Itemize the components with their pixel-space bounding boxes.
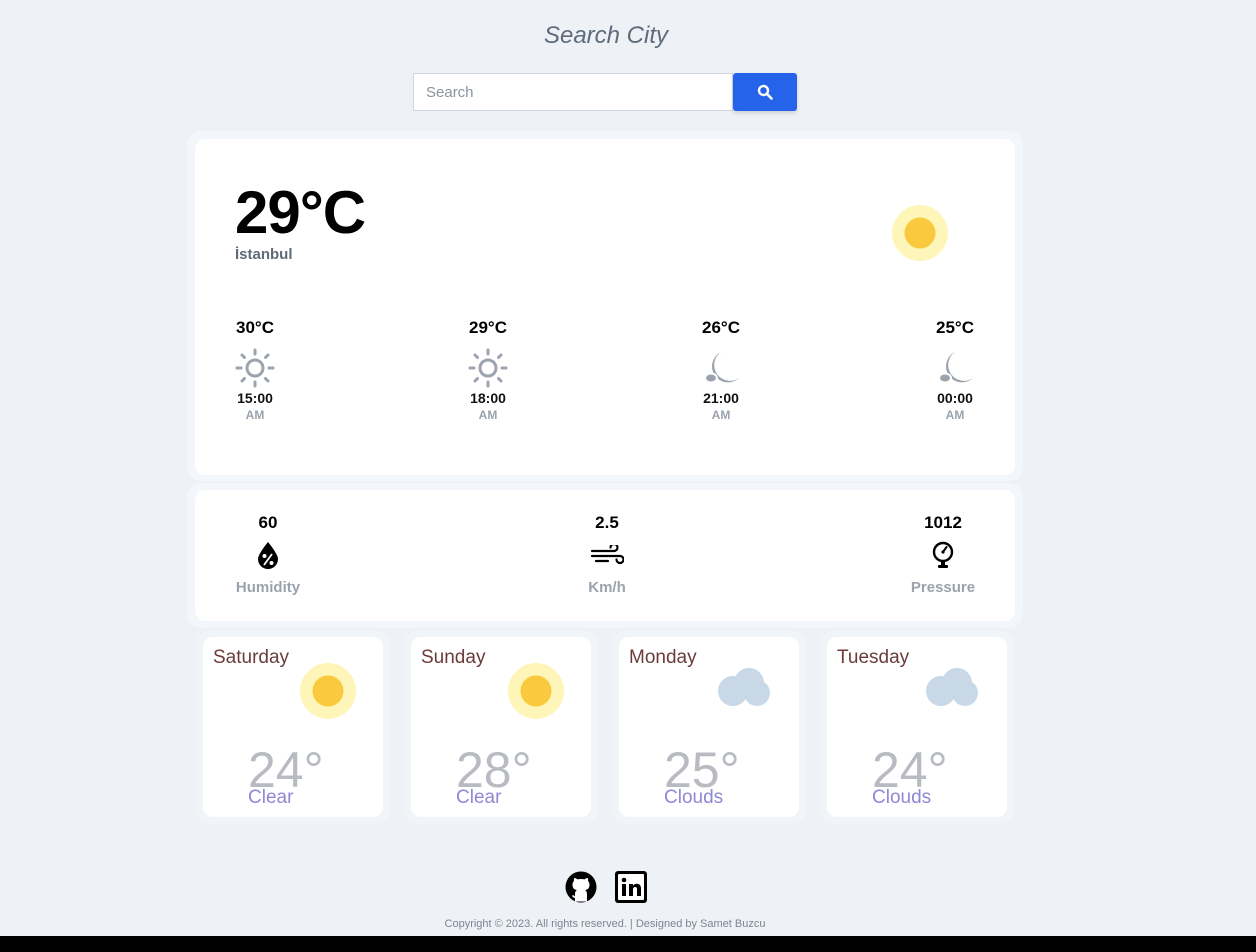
hourly-temp: 26°C (702, 318, 740, 337)
cloud-icon (926, 668, 978, 706)
github-icon[interactable] (565, 871, 597, 903)
search-bar (413, 73, 797, 111)
moon-cloud-icon (704, 352, 739, 384)
hourly-temp: 30°C (236, 318, 274, 337)
moon-cloud-icon (938, 352, 973, 384)
hourly-temp: 29°C (469, 318, 507, 337)
daily-card: Monday 25° Clouds (619, 637, 799, 817)
humidity-value: 60 (258, 513, 278, 532)
day-name: Tuesday (837, 647, 910, 668)
daily-card: Saturday 24° Clear (203, 637, 383, 817)
hourly-period: AM (711, 408, 731, 422)
hourly-item: 26°C 21:00 AM (681, 318, 761, 422)
day-condition: Clear (456, 787, 502, 808)
hourly-time: 18:00 (470, 390, 506, 406)
hourly-temp: 25°C (936, 318, 974, 337)
sun-icon (892, 205, 948, 261)
wind-icon (590, 545, 624, 565)
wind-label: Km/h (588, 579, 626, 596)
sun-outline-icon (468, 348, 508, 388)
search-icon (757, 84, 773, 100)
hourly-period: AM (478, 408, 498, 422)
search-button[interactable] (733, 73, 797, 111)
humidity-label: Humidity (235, 579, 301, 596)
hourly-item: 30°C 15:00 AM (215, 318, 295, 422)
sun-icon (300, 663, 356, 719)
day-name: Saturday (213, 647, 290, 668)
social-links (565, 871, 647, 903)
pressure-gauge-icon (932, 541, 954, 568)
day-condition: Clouds (872, 787, 932, 808)
hourly-period: AM (945, 408, 965, 422)
hourly-item: 29°C 18:00 AM (448, 318, 528, 422)
bottom-bar (0, 936, 1256, 952)
wind-value: 2.5 (595, 513, 619, 532)
day-condition: Clear (248, 787, 294, 808)
page-title: Search City (543, 22, 669, 49)
linkedin-icon[interactable] (615, 871, 647, 903)
copyright-text: Copyright © 2023. All rights reserved. |… (444, 918, 766, 930)
hourly-period: AM (245, 408, 265, 422)
city-name: İstanbul (235, 246, 293, 263)
cloud-icon (718, 668, 770, 706)
pressure-value: 1012 (924, 513, 962, 532)
pressure-stat: 1012 Pressure (883, 513, 1003, 596)
current-temperature: 29°C (235, 179, 366, 246)
humidity-stat: 60 Humidity (208, 513, 328, 596)
pressure-label: Pressure (910, 579, 976, 596)
day-name: Monday (629, 647, 697, 668)
hourly-item: 25°C 00:00 AM (915, 318, 995, 422)
day-name: Sunday (421, 647, 486, 668)
sun-icon (508, 663, 564, 719)
search-input[interactable] (413, 73, 733, 111)
daily-card: Tuesday 24° Clouds (827, 637, 1007, 817)
day-condition: Clouds (664, 787, 724, 808)
wind-stat: 2.5 Km/h (547, 513, 667, 596)
sun-outline-icon (235, 348, 275, 388)
daily-card: Sunday 28° Clear (411, 637, 591, 817)
hourly-time: 00:00 (937, 390, 973, 406)
hourly-time: 15:00 (237, 390, 273, 406)
humidity-drop-icon (258, 542, 278, 569)
hourly-time: 21:00 (703, 390, 739, 406)
